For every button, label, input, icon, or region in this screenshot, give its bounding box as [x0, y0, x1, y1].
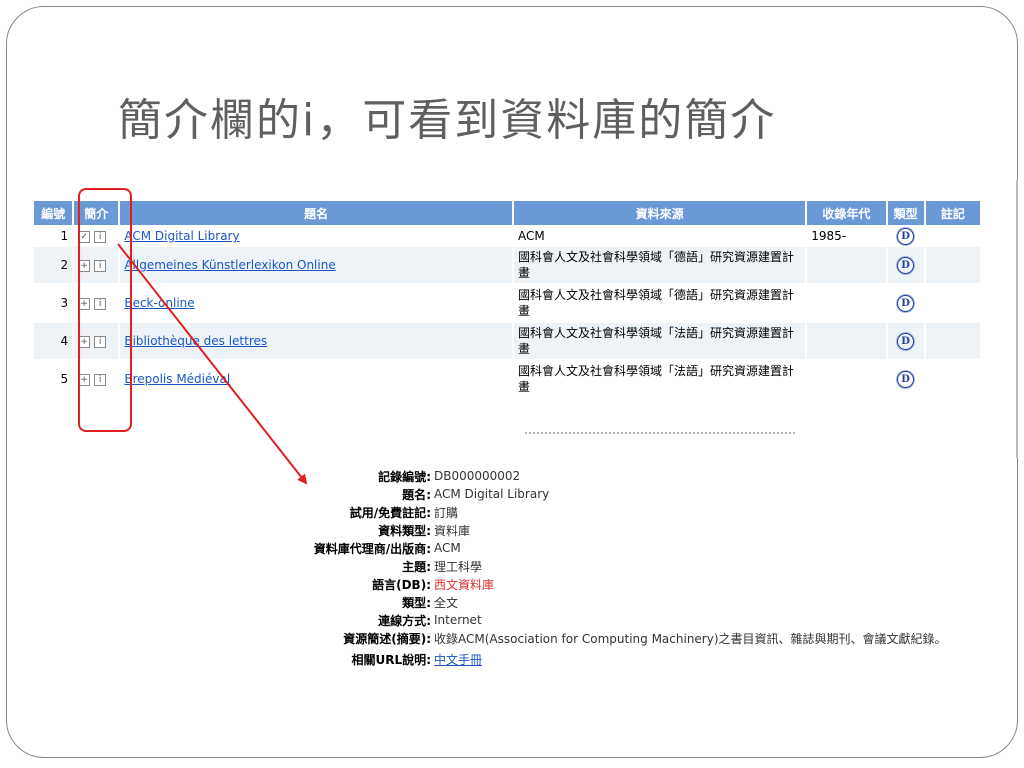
detail-label: 資料庫代理商/出版商 — [260, 540, 434, 557]
detail-value: 資料庫 — [434, 523, 471, 538]
row-type-cell: D — [887, 247, 924, 283]
detail-row-publisher: 資料庫代理商/出版商 ACM — [260, 539, 1000, 557]
table-row: 2 + i Allgemeines Künstlerlexikon Online … — [34, 247, 980, 283]
detail-row-language: 語言(DB) 西文資料庫 — [260, 575, 1000, 593]
database-d-icon[interactable]: D — [897, 370, 915, 388]
detail-label: 語言(DB) — [260, 576, 434, 593]
row-note — [925, 285, 980, 321]
table-row: 4 + i Bibliothèque des lettres 國科會人文及社會科學… — [34, 323, 980, 359]
database-table-screenshot: 編號 簡介 題名 資料來源 收錄年代 類型 註記 1 ✓ i ACM Digita… — [34, 199, 982, 435]
row-number: 3 — [34, 285, 73, 321]
detail-label: 資料類型 — [260, 522, 434, 539]
detail-value: Internet — [434, 613, 482, 627]
table-row: 3 + i Beck-online 國科會人文及社會科學領域「德語」研究資源建置計… — [34, 285, 980, 321]
database-title-link[interactable]: Brepolis Médiéval — [124, 372, 230, 386]
detail-label: 類型 — [260, 594, 434, 611]
table-header-row: 編號 簡介 題名 資料來源 收錄年代 類型 註記 — [34, 201, 980, 225]
database-d-icon[interactable]: D — [897, 227, 915, 245]
detail-row-url: 相關URL說明 中文手冊 — [260, 647, 1000, 672]
row-source: 國科會人文及社會科學領域「德語」研究資源建置計畫 — [514, 247, 806, 283]
row-number: 1 — [34, 227, 73, 245]
detail-row-connection: 連線方式 Internet — [260, 611, 1000, 629]
row-year — [807, 361, 886, 397]
row-year — [807, 323, 886, 359]
database-title-link[interactable]: Bibliothèque des lettres — [124, 334, 267, 348]
row-source: 國科會人文及社會科學領域「法語」研究資源建置計畫 — [514, 361, 806, 397]
detail-value: 收錄ACM(Association for Computing Machiner… — [434, 631, 947, 646]
detail-value: ACM Digital Library — [434, 487, 550, 501]
row-year — [807, 285, 886, 321]
detail-value: ACM — [434, 541, 461, 555]
detail-value: 西文資料庫 — [434, 577, 495, 592]
detail-label: 相關URL說明 — [260, 651, 434, 668]
row-title-cell: Beck-online — [120, 285, 513, 321]
row-note — [925, 247, 980, 283]
slide-edge-line — [1016, 180, 1018, 458]
detail-row-data-type: 資料類型 資料庫 — [260, 521, 1000, 539]
col-header-title[interactable]: 題名 — [120, 201, 513, 225]
row-note — [925, 323, 980, 359]
detail-value: 訂購 — [434, 505, 459, 520]
row-source: ACM — [514, 227, 806, 245]
detail-row-subject: 主題 理工科學 — [260, 557, 1000, 575]
row-year: 1985- — [807, 227, 886, 245]
intro-column-highlight-box — [78, 188, 132, 432]
detail-row-record-id: 記錄編號 DB000000002 — [260, 467, 1000, 485]
detail-row-trial: 試用/免費註記 訂購 — [260, 503, 1000, 521]
col-header-source[interactable]: 資料來源 — [514, 201, 806, 225]
detail-label: 連線方式 — [260, 612, 434, 629]
detail-row-abstract: 資源簡述(摘要) 收錄ACM(Association for Computing… — [260, 629, 1000, 647]
row-note — [925, 361, 980, 397]
row-number: 5 — [34, 361, 73, 397]
row-year — [807, 247, 886, 283]
detail-label: 資源簡述(摘要) — [260, 630, 434, 647]
row-title-cell: Allgemeines Künstlerlexikon Online — [120, 247, 513, 283]
database-title-link[interactable]: ACM Digital Library — [124, 229, 239, 243]
row-note — [925, 227, 980, 245]
detail-row-type: 類型 全文 — [260, 593, 1000, 611]
row-type-cell: D — [887, 361, 924, 397]
detail-value: DB000000002 — [434, 469, 521, 483]
database-table: 編號 簡介 題名 資料來源 收錄年代 類型 註記 1 ✓ i ACM Digita… — [34, 199, 982, 399]
detail-row-title: 題名 ACM Digital Library — [260, 485, 1000, 503]
database-title-link[interactable]: Beck-online — [124, 296, 194, 310]
col-header-no[interactable]: 編號 — [34, 201, 73, 225]
row-title-cell: Brepolis Médiéval — [120, 361, 513, 397]
row-title-cell: ACM Digital Library — [120, 227, 513, 245]
table-row: 5 + i Brepolis Médiéval 國科會人文及社會科學領域「法語」研… — [34, 361, 980, 397]
database-detail-panel: 記錄編號 DB000000002 題名 ACM Digital Library … — [260, 467, 1000, 672]
row-source: 國科會人文及社會科學領域「法語」研究資源建置計畫 — [514, 323, 806, 359]
detail-label: 試用/免費註記 — [260, 504, 434, 521]
col-header-note[interactable]: 註記 — [925, 201, 980, 225]
detail-label: 主題 — [260, 558, 434, 575]
database-d-icon[interactable]: D — [897, 256, 915, 274]
row-type-cell: D — [887, 285, 924, 321]
detail-label: 記錄編號 — [260, 468, 434, 485]
table-row: 1 ✓ i ACM Digital Library ACM 1985- D — [34, 227, 980, 245]
detail-value: 全文 — [434, 595, 459, 610]
row-number: 2 — [34, 247, 73, 283]
detail-value: 理工科學 — [434, 559, 483, 574]
row-source: 國科會人文及社會科學領域「德語」研究資源建置計畫 — [514, 285, 806, 321]
database-title-link[interactable]: Allgemeines Künstlerlexikon Online — [124, 258, 335, 272]
row-number: 4 — [34, 323, 73, 359]
row-type-cell: D — [887, 227, 924, 245]
database-d-icon[interactable]: D — [897, 332, 915, 350]
database-d-icon[interactable]: D — [897, 294, 915, 312]
slide-title: 簡介欄的i，可看到資料庫的簡介 — [118, 95, 777, 146]
row-title-cell: Bibliothèque des lettres — [120, 323, 513, 359]
col-header-year[interactable]: 收錄年代 — [807, 201, 886, 225]
row-type-cell: D — [887, 323, 924, 359]
cut-off-row-edge — [525, 432, 795, 438]
col-header-type[interactable]: 類型 — [887, 201, 924, 225]
detail-label: 題名 — [260, 486, 434, 503]
manual-link[interactable]: 中文手冊 — [434, 651, 482, 668]
